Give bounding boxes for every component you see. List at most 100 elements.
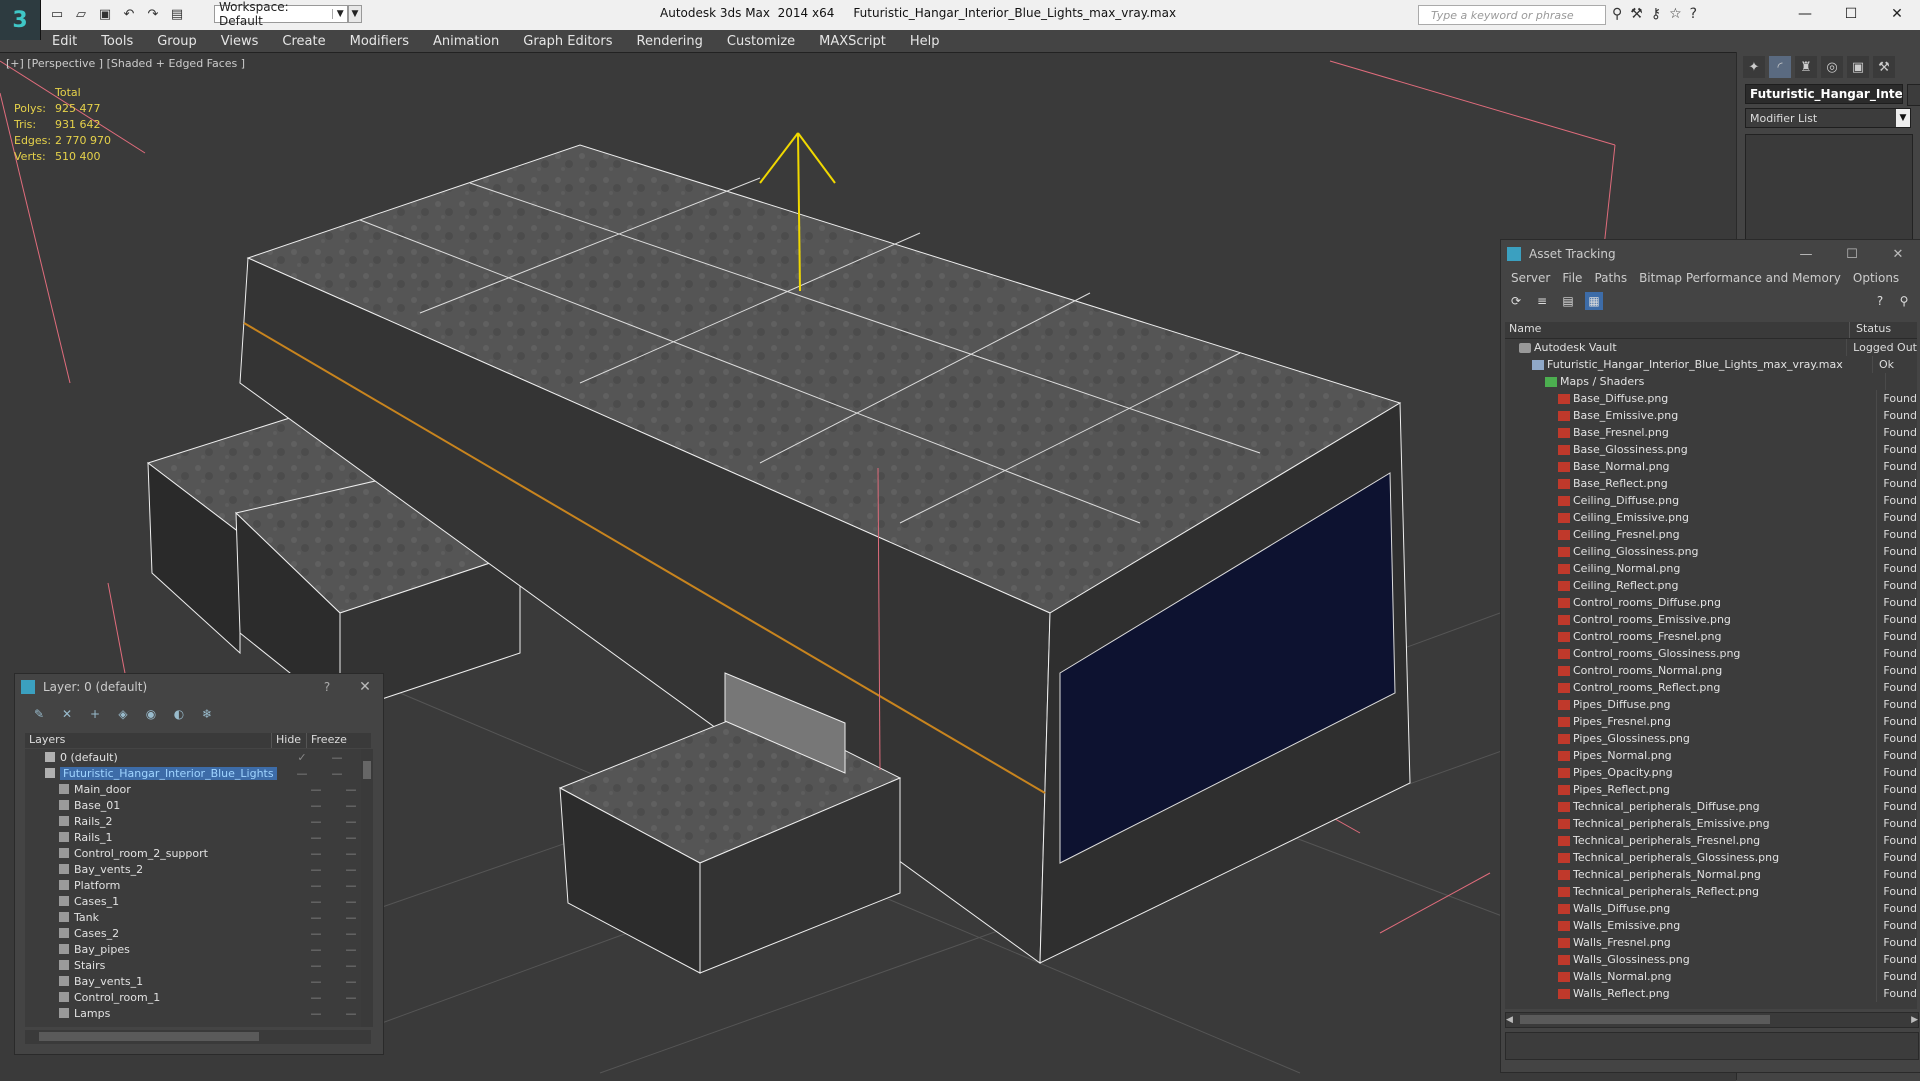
layer-row[interactable]: Rails_1— —: [25, 829, 371, 845]
asset-row[interactable]: Base_Emissive.png Found: [1505, 407, 1917, 424]
asset-row[interactable]: Pipes_Reflect.png Found: [1505, 781, 1917, 798]
menu-item-create[interactable]: Create: [270, 34, 337, 49]
create-layer-icon[interactable]: ✎: [31, 706, 47, 722]
asset-row[interactable]: Control_rooms_Normal.png Found: [1505, 662, 1917, 679]
layer-row[interactable]: Main_door — —: [25, 781, 371, 797]
project-folder-icon[interactable]: ▤: [168, 5, 186, 23]
asset-menu-bitmap-performance-and-memory[interactable]: Bitmap Performance and Memory: [1633, 271, 1847, 285]
asset-row[interactable]: Control_rooms_Glossiness.png Found: [1505, 645, 1917, 662]
pin-icon[interactable]: ⚲: [1895, 292, 1913, 310]
layer-row[interactable]: Bay_pipes — —: [25, 941, 371, 957]
scrollbar-thumb[interactable]: [1520, 1015, 1770, 1024]
search-input[interactable]: Type a keyword or phrase: [1418, 5, 1606, 25]
maximize-button[interactable]: ☐: [1829, 247, 1875, 262]
workspace-dropdown[interactable]: Workspace: Default ▼: [214, 0, 348, 28]
asset-row[interactable]: Base_Glossiness.png Found: [1505, 441, 1917, 458]
name-column-header[interactable]: Name: [1505, 322, 1850, 338]
menu-item-tools[interactable]: Tools: [89, 34, 145, 49]
asset-row[interactable]: Control_rooms_Diffuse.png Found: [1505, 594, 1917, 611]
layer-row[interactable]: Base_01— —: [25, 797, 371, 813]
motion-tab-icon[interactable]: ◎: [1821, 56, 1843, 78]
hide-toggle[interactable]: —: [301, 815, 331, 828]
hide-toggle[interactable]: —: [301, 927, 331, 940]
viewport-label[interactable]: [+] [Perspective ] [Shaded + Edged Faces…: [6, 57, 245, 70]
asset-row[interactable]: Technical_peripherals_Fresnel.png Found: [1505, 832, 1917, 849]
add-to-layer-icon[interactable]: +: [87, 706, 103, 722]
layer-horizontal-scrollbar[interactable]: [25, 1030, 371, 1044]
help-icon[interactable]: ?: [1871, 292, 1889, 310]
display-tab-icon[interactable]: ▣: [1847, 56, 1869, 78]
table-view-icon[interactable]: ▦: [1585, 292, 1603, 310]
modifier-list-dropdown[interactable]: Modifier List ▼: [1745, 108, 1911, 128]
hide-toggle[interactable]: —: [301, 847, 331, 860]
utilities-tab-icon[interactable]: ⚒: [1873, 56, 1895, 78]
menu-item-edit[interactable]: Edit: [40, 34, 89, 49]
asset-row[interactable]: Ceiling_Diffuse.png Found: [1505, 492, 1917, 509]
hide-toggle[interactable]: —: [301, 1007, 331, 1020]
menu-item-modifiers[interactable]: Modifiers: [338, 34, 421, 49]
asset-horizontal-scrollbar[interactable]: ◀ ▶: [1505, 1012, 1919, 1028]
app-logo-icon[interactable]: 3: [0, 0, 41, 40]
layer-row[interactable]: Platform — —: [25, 877, 371, 893]
asset-menu-paths[interactable]: Paths: [1588, 271, 1633, 285]
asset-row[interactable]: Control_rooms_Emissive.png Found: [1505, 611, 1917, 628]
menu-item-graph-editors[interactable]: Graph Editors: [511, 34, 624, 49]
close-button[interactable]: ✕: [347, 679, 383, 695]
menu-item-rendering[interactable]: Rendering: [625, 34, 715, 49]
hide-toggle[interactable]: —: [301, 991, 331, 1004]
open-file-icon[interactable]: ▱: [72, 5, 90, 23]
asset-row[interactable]: Base_Reflect.png Found: [1505, 475, 1917, 492]
asset-row[interactable]: Pipes_Normal.png Found: [1505, 747, 1917, 764]
asset-row[interactable]: Technical_peripherals_Reflect.png Found: [1505, 883, 1917, 900]
asset-row[interactable]: Ceiling_Glossiness.png Found: [1505, 543, 1917, 560]
minimize-button[interactable]: —: [1782, 0, 1828, 28]
asset-menu-options[interactable]: Options: [1847, 271, 1905, 285]
layer-row[interactable]: Lamps — —: [25, 1005, 371, 1021]
key-icon[interactable]: ⚷: [1651, 6, 1661, 22]
help-icon[interactable]: ?: [1690, 6, 1697, 22]
highlight-layer-icon[interactable]: ◉: [143, 706, 159, 722]
freeze-toggle[interactable]: —: [317, 767, 357, 780]
save-icon[interactable]: ▣: [96, 5, 114, 23]
asset-row[interactable]: Control_rooms_Reflect.png Found: [1505, 679, 1917, 696]
asset-row[interactable]: Pipes_Diffuse.png Found: [1505, 696, 1917, 713]
menu-item-views[interactable]: Views: [209, 34, 271, 49]
object-color-swatch[interactable]: [1907, 84, 1920, 106]
asset-row[interactable]: Ceiling_Normal.png Found: [1505, 560, 1917, 577]
asset-row[interactable]: Walls_Fresnel.png Found: [1505, 934, 1917, 951]
layer-vertical-scrollbar[interactable]: [361, 749, 373, 1027]
maximize-button[interactable]: ☐: [1828, 0, 1874, 28]
detail-view-icon[interactable]: ▤: [1559, 292, 1577, 310]
layer-row[interactable]: Bay_vents_1— —: [25, 973, 371, 989]
hide-toggle[interactable]: —: [301, 799, 331, 812]
layer-row[interactable]: Cases_1— —: [25, 893, 371, 909]
undo-icon[interactable]: ↶: [120, 5, 138, 23]
asset-menu-file[interactable]: File: [1556, 271, 1588, 285]
delete-layer-icon[interactable]: ✕: [59, 706, 75, 722]
freeze-all-icon[interactable]: ❄: [199, 706, 215, 722]
hide-toggle[interactable]: —: [301, 895, 331, 908]
asset-row[interactable]: Technical_peripherals_Normal.png Found: [1505, 866, 1917, 883]
hide-toggle[interactable]: —: [301, 783, 331, 796]
asset-row[interactable]: Base_Normal.png Found: [1505, 458, 1917, 475]
asset-row[interactable]: Base_Fresnel.png Found: [1505, 424, 1917, 441]
asset-row[interactable]: Futuristic_Hangar_Interior_Blue_Lights_m…: [1505, 356, 1917, 373]
refresh-icon[interactable]: ⟳: [1507, 292, 1525, 310]
asset-row[interactable]: Technical_peripherals_Glossiness.png Foun…: [1505, 849, 1917, 866]
asset-row[interactable]: Base_Diffuse.png Found: [1505, 390, 1917, 407]
asset-row[interactable]: Pipes_Opacity.png Found: [1505, 764, 1917, 781]
asset-menu-server[interactable]: Server: [1505, 271, 1556, 285]
hide-toggle[interactable]: —: [301, 975, 331, 988]
tools-icon[interactable]: ⚒: [1630, 6, 1643, 22]
close-button[interactable]: ✕: [1875, 247, 1920, 262]
menu-item-help[interactable]: Help: [898, 34, 952, 49]
menu-item-maxscript[interactable]: MAXScript: [807, 34, 898, 49]
hierarchy-tab-icon[interactable]: ♜: [1795, 56, 1817, 78]
hide-toggle[interactable]: —: [301, 863, 331, 876]
asset-row[interactable]: Walls_Reflect.png Found: [1505, 985, 1917, 1002]
layer-row[interactable]: 0 (default) ✓ —: [25, 749, 371, 765]
new-file-icon[interactable]: ▭: [48, 5, 66, 23]
hide-toggle[interactable]: ✓: [287, 751, 317, 764]
layer-row[interactable]: Tank — —: [25, 909, 371, 925]
asset-row[interactable]: Ceiling_Reflect.png Found: [1505, 577, 1917, 594]
